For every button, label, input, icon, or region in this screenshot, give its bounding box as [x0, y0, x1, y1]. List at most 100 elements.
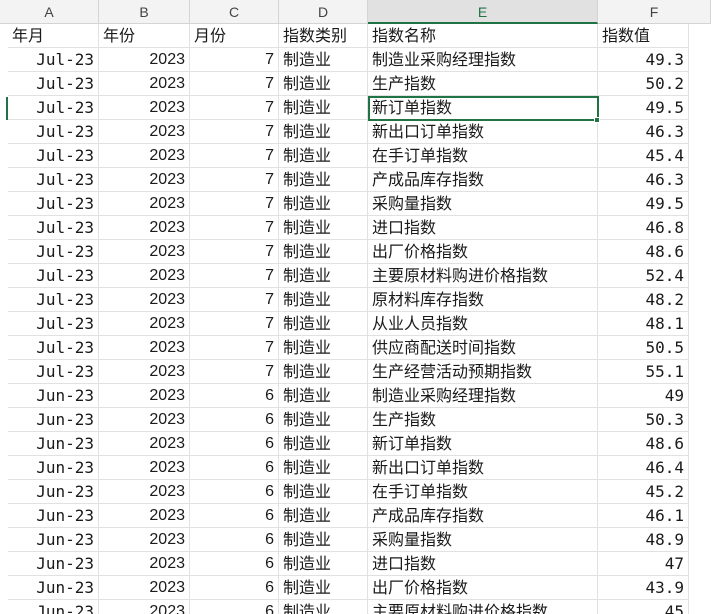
cell-index-name[interactable]: 采购量指数 — [368, 528, 598, 552]
cell-index-value[interactable]: 47 — [598, 552, 689, 576]
cell-index-name[interactable]: 新出口订单指数 — [368, 120, 598, 144]
cell-month[interactable]: 6 — [190, 576, 279, 600]
column-header-a[interactable]: A — [0, 0, 99, 24]
cell-index-value[interactable]: 43.9 — [598, 576, 689, 600]
cell-year-month[interactable]: Jul-23 — [8, 240, 99, 264]
cell-year-month[interactable]: Jun-23 — [8, 576, 99, 600]
cell-year[interactable]: 2023 — [99, 216, 190, 240]
cell-category[interactable]: 制造业 — [279, 168, 368, 192]
cell-year[interactable]: 2023 — [99, 72, 190, 96]
cell-year-month[interactable]: Jun-23 — [8, 432, 99, 456]
cell-year-month[interactable]: Jun-23 — [8, 600, 99, 614]
cell-month[interactable]: 7 — [190, 360, 279, 384]
cell-index-name[interactable]: 主要原材料购进价格指数 — [368, 600, 598, 614]
cell-year-month[interactable]: Jul-23 — [8, 96, 99, 120]
cell-category[interactable]: 制造业 — [279, 456, 368, 480]
cell-year[interactable]: 2023 — [99, 552, 190, 576]
cell-index-value[interactable]: 50.5 — [598, 336, 689, 360]
cell-year-month[interactable]: Jul-23 — [8, 72, 99, 96]
cell-index-value[interactable]: 49 — [598, 384, 689, 408]
cell-year[interactable]: 2023 — [99, 528, 190, 552]
cell-category[interactable]: 制造业 — [279, 192, 368, 216]
cell-category[interactable]: 制造业 — [279, 408, 368, 432]
cell-category[interactable]: 制造业 — [279, 312, 368, 336]
cell-month[interactable]: 7 — [190, 48, 279, 72]
cell-month[interactable]: 7 — [190, 288, 279, 312]
cell-year[interactable]: 2023 — [99, 240, 190, 264]
cell-index-name[interactable]: 原材料库存指数 — [368, 288, 598, 312]
cell-year[interactable]: 2023 — [99, 288, 190, 312]
cell-index-value[interactable]: 46.3 — [598, 120, 689, 144]
cell-year-month[interactable]: Jul-23 — [8, 360, 99, 384]
header-cell-index-value[interactable]: 指数值 — [598, 24, 689, 48]
cell-index-name[interactable]: 从业人员指数 — [368, 312, 598, 336]
column-header-e[interactable]: E — [368, 0, 598, 24]
cell-index-value[interactable]: 48.6 — [598, 432, 689, 456]
cell-year[interactable]: 2023 — [99, 96, 190, 120]
cell-index-value[interactable]: 52.4 — [598, 264, 689, 288]
cell-index-value[interactable]: 45.4 — [598, 144, 689, 168]
cell-index-name[interactable]: 新订单指数 — [368, 432, 598, 456]
cell-index-value[interactable]: 48.2 — [598, 288, 689, 312]
cell-index-name[interactable]: 制造业采购经理指数 — [368, 384, 598, 408]
cell-month[interactable]: 7 — [190, 96, 279, 120]
header-cell-year[interactable]: 年份 — [99, 24, 190, 48]
cell-category[interactable]: 制造业 — [279, 120, 368, 144]
cell-category[interactable]: 制造业 — [279, 432, 368, 456]
cell-category[interactable]: 制造业 — [279, 72, 368, 96]
cell-year[interactable]: 2023 — [99, 168, 190, 192]
header-cell-year-month[interactable]: 年月 — [8, 24, 99, 48]
cell-month[interactable]: 7 — [190, 264, 279, 288]
cell-index-value[interactable]: 48.9 — [598, 528, 689, 552]
cell-category[interactable]: 制造业 — [279, 504, 368, 528]
cell-month[interactable]: 6 — [190, 432, 279, 456]
cell-index-name[interactable]: 供应商配送时间指数 — [368, 336, 598, 360]
cell-index-name[interactable]: 新订单指数 — [368, 96, 598, 120]
cell-year[interactable]: 2023 — [99, 432, 190, 456]
cell-index-name[interactable]: 产成品库存指数 — [368, 504, 598, 528]
cell-index-name[interactable]: 新出口订单指数 — [368, 456, 598, 480]
cell-category[interactable]: 制造业 — [279, 528, 368, 552]
cell-month[interactable]: 7 — [190, 168, 279, 192]
cell-category[interactable]: 制造业 — [279, 96, 368, 120]
cell-index-value[interactable]: 46.1 — [598, 504, 689, 528]
cell-month[interactable]: 6 — [190, 504, 279, 528]
cell-index-value[interactable]: 55.1 — [598, 360, 689, 384]
cell-month[interactable]: 7 — [190, 144, 279, 168]
cell-year-month[interactable]: Jun-23 — [8, 528, 99, 552]
cell-year-month[interactable]: Jul-23 — [8, 288, 99, 312]
cell-year-month[interactable]: Jun-23 — [8, 408, 99, 432]
cell-year-month[interactable]: Jul-23 — [8, 144, 99, 168]
cell-year[interactable]: 2023 — [99, 456, 190, 480]
cell-year-month[interactable]: Jun-23 — [8, 552, 99, 576]
cell-index-name[interactable]: 生产指数 — [368, 72, 598, 96]
cell-index-value[interactable]: 46.4 — [598, 456, 689, 480]
header-cell-category[interactable]: 指数类别 — [279, 24, 368, 48]
cell-index-name[interactable]: 出厂价格指数 — [368, 240, 598, 264]
cell-index-value[interactable]: 46.3 — [598, 168, 689, 192]
cell-index-value[interactable]: 49.3 — [598, 48, 689, 72]
cell-index-name[interactable]: 采购量指数 — [368, 192, 598, 216]
header-cell-index-name[interactable]: 指数名称 — [368, 24, 598, 48]
cell-month[interactable]: 7 — [190, 192, 279, 216]
cell-year[interactable]: 2023 — [99, 576, 190, 600]
cell-year-month[interactable]: Jul-23 — [8, 336, 99, 360]
cell-index-name[interactable]: 生产指数 — [368, 408, 598, 432]
cell-category[interactable]: 制造业 — [279, 264, 368, 288]
cell-category[interactable]: 制造业 — [279, 600, 368, 614]
cell-index-name[interactable]: 在手订单指数 — [368, 144, 598, 168]
cell-year-month[interactable]: Jun-23 — [8, 504, 99, 528]
cell-year-month[interactable]: Jun-23 — [8, 384, 99, 408]
cell-month[interactable]: 7 — [190, 240, 279, 264]
cell-year-month[interactable]: Jun-23 — [8, 480, 99, 504]
column-header-c[interactable]: C — [190, 0, 279, 24]
cell-year-month[interactable]: Jul-23 — [8, 120, 99, 144]
cell-index-name[interactable]: 产成品库存指数 — [368, 168, 598, 192]
cell-index-value[interactable]: 45.2 — [598, 480, 689, 504]
cell-year[interactable]: 2023 — [99, 120, 190, 144]
cell-month[interactable]: 7 — [190, 72, 279, 96]
cell-year[interactable]: 2023 — [99, 504, 190, 528]
cell-index-value[interactable]: 49.5 — [598, 96, 689, 120]
cell-year-month[interactable]: Jul-23 — [8, 168, 99, 192]
cell-year[interactable]: 2023 — [99, 480, 190, 504]
